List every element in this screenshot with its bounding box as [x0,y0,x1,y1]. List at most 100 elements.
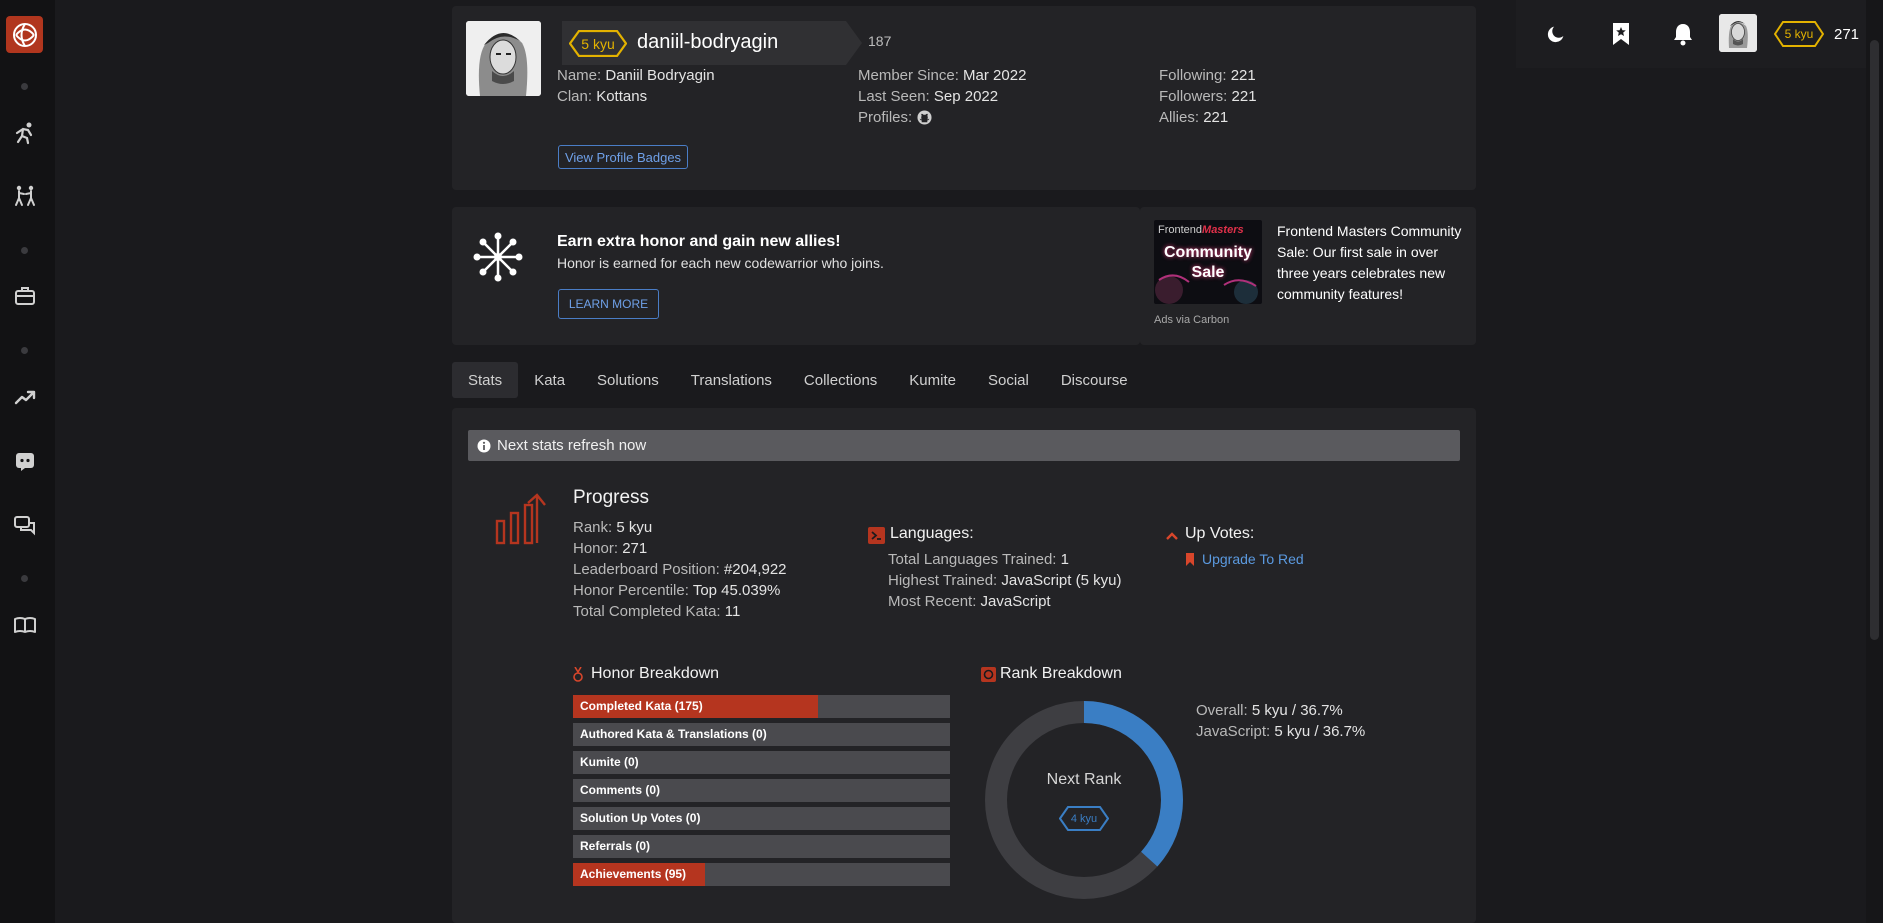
tab-social[interactable]: Social [972,362,1045,398]
honor-breakdown-title: Honor Breakdown [591,665,720,682]
completed-value: 11 [724,603,741,620]
sidebar [0,0,55,923]
percentile-label: Honor Percentile: [573,582,689,599]
profile-card: 5 kyu daniil-bodryagin 187 Name: Daniil … [452,6,1476,190]
percentile-value: Top 45.039% [692,582,781,599]
completed-label: Total Completed Kata: [573,603,721,620]
most-recent-label: Most Recent: [888,593,977,610]
honor-row-completed-kata: Completed Kata (175) [573,695,950,718]
tab-stats[interactable]: Stats [452,362,519,398]
leaderboard-label: Leaderboard Position: [573,561,720,578]
honor-value: 271 [622,540,648,557]
honor-bar-label: Solution Up Votes (0) [580,811,701,825]
github-icon[interactable] [917,110,932,125]
ad-promo-community: Community [1164,244,1252,261]
honor-row-comments: Comments (0) [573,779,950,802]
progress-title: Progress [573,487,650,508]
allies-label: Allies: [1159,109,1200,126]
tab-kata[interactable]: Kata [518,362,581,398]
honor-row-achievements: Achievements (95) [573,863,950,886]
user-avatar[interactable] [1719,14,1757,52]
compete-icon[interactable] [11,182,39,210]
view-profile-badges-button[interactable]: View Profile Badges [558,145,688,169]
clan-value: Kottans [596,88,648,105]
tab-translations[interactable]: Translations [675,362,788,398]
top-navigation: 5 kyu 271 [1516,0,1866,68]
next-rank-label: Next Rank [1046,771,1122,788]
tab-solutions[interactable]: Solutions [581,362,675,398]
followers-label: Followers: [1159,88,1228,105]
profile-honor-count: 187 [868,33,892,49]
referral-subtitle: Honor is earned for each new codewarrior… [557,255,884,271]
sidebar-divider [21,575,28,582]
honor-bar-label: Kumite (0) [580,755,639,769]
sidebar-divider [21,83,28,90]
name-value: Daniil Bodryagin [605,67,715,84]
progress-chart-icon [494,493,546,547]
ad-image[interactable]: FrontendMasters Community Sale [1154,220,1262,304]
referral-title: Earn extra honor and gain new allies! [557,233,841,250]
rank-badge: 5 kyu [1774,21,1824,47]
learn-more-button[interactable]: LEARN MORE [558,289,659,319]
percentile-row: Honor Percentile: Top 45.039% [573,582,780,599]
member-since-label: Member Since: [858,67,959,84]
profiles-label: Profiles: [858,109,913,126]
upvotes-title: Up Votes: [1185,525,1255,542]
referral-banner: Earn extra honor and gain new allies! Ho… [452,207,1140,345]
bookmark-icon[interactable] [1607,20,1635,48]
docs-book-icon[interactable] [11,611,39,639]
practice-icon[interactable] [11,119,39,147]
member-since-value: Mar 2022 [963,67,1027,84]
profile-avatar [466,21,541,96]
next-rank-badge: 4 kyu [1059,806,1109,831]
dark-mode-moon-icon[interactable] [1542,20,1570,48]
stats-refresh-notice: Next stats refresh now [468,430,1460,461]
honor-medal-icon [573,666,583,682]
info-icon [477,439,491,453]
discord-icon[interactable] [11,447,39,475]
profiles: Profiles: [858,109,932,126]
sidebar-divider [21,247,28,254]
total-languages-row: Total Languages Trained: 1 [888,551,1069,568]
briefcase-icon[interactable] [11,282,39,310]
profile-name: Name: Daniil Bodryagin [557,67,715,84]
upvote-chevron-icon [1165,529,1179,541]
rank-value: 5 kyu [616,519,653,536]
ad-brand-masters: Masters [1202,224,1244,236]
stats-panel: Next stats refresh now Progress Rank: 5 … [452,408,1476,923]
ad-text[interactable]: Frontend Masters Community Sale: Our fir… [1277,221,1467,305]
last-seen: Last Seen: Sep 2022 [858,88,998,105]
followers[interactable]: Followers: 221 [1159,88,1257,105]
ad-brand-frontend: Frontend [1158,224,1203,236]
followers-value: 221 [1231,88,1257,105]
honor-bar-label: Comments (0) [580,783,661,797]
scrollbar-thumb[interactable] [1870,40,1879,640]
profile-rank-badge-text: 5 kyu [581,35,615,52]
following[interactable]: Following: 221 [1159,67,1256,84]
rank-breakdown-title: Rank Breakdown [1000,665,1122,682]
javascript-label: JavaScript: [1196,723,1271,740]
member-since: Member Since: Mar 2022 [858,67,1026,84]
forum-chat-icon[interactable] [11,511,39,539]
honor-bar-label: Referrals (0) [580,839,651,853]
honor-bar-label: Achievements (95) [580,867,687,881]
completed-kata-row: Total Completed Kata: 11 [573,603,740,620]
ad-footer[interactable]: Ads via Carbon [1154,314,1229,326]
leaderboard-trend-icon[interactable] [11,383,39,411]
honor-row-referrals: Referrals (0) [573,835,950,858]
codewars-logo-icon[interactable] [6,16,43,53]
languages-terminal-icon [868,527,885,544]
tab-collections[interactable]: Collections [788,362,893,398]
overall-rank-row: Overall: 5 kyu / 36.7% [1196,702,1343,719]
rank-row: Rank: 5 kyu [573,519,652,536]
tab-discourse[interactable]: Discourse [1045,362,1144,398]
page-scrollbar[interactable] [1866,0,1883,923]
honor-bar-label: Authored Kata & Translations (0) [580,727,767,741]
notification-bell-icon[interactable] [1669,20,1697,48]
name-label: Name: [557,67,602,84]
carbon-ad[interactable]: FrontendMasters Community Sale Frontend … [1140,207,1476,345]
upgrade-to-red-link[interactable]: Upgrade To Red [1202,551,1304,567]
allies[interactable]: Allies: 221 [1159,109,1228,126]
tab-kumite[interactable]: Kumite [893,362,972,398]
clan-label: Clan: [557,88,593,105]
